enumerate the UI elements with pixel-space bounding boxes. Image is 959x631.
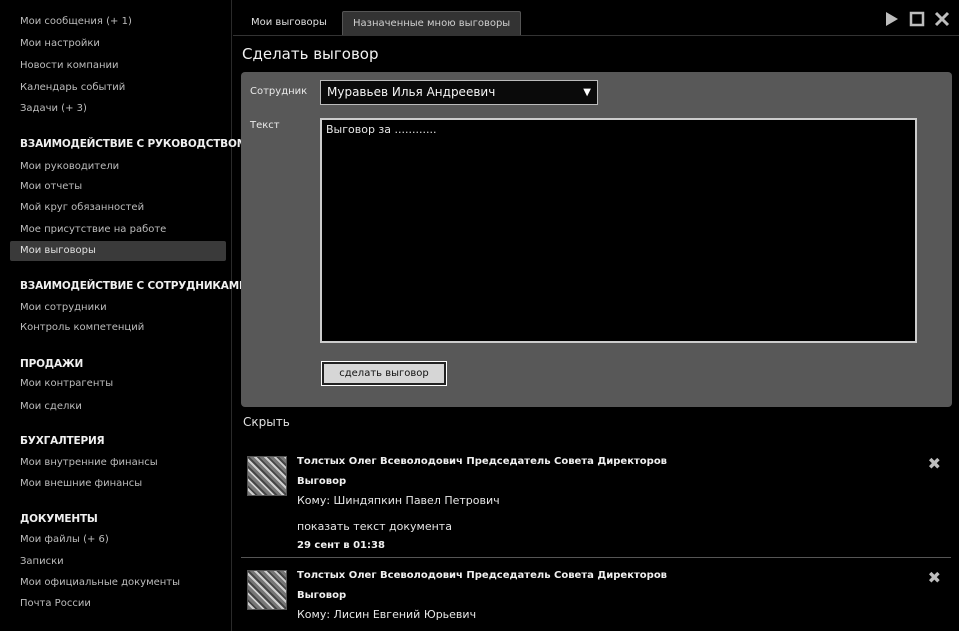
play-icon[interactable] xyxy=(883,10,901,28)
text-label: Текст xyxy=(250,120,280,131)
sidebar-section-sales: ПРОДАЖИ xyxy=(20,358,84,370)
form-title: Сделать выговор xyxy=(242,45,379,63)
sidebar-item-files[interactable]: Мои файлы (+ 6) xyxy=(10,530,226,550)
sidebar: Мои сообщения (+ 1) Мои настройки Новост… xyxy=(0,0,248,631)
sidebar-item-notes[interactable]: Записки xyxy=(10,552,226,572)
delete-icon[interactable]: ✖ xyxy=(928,568,941,587)
reprimand-text-input[interactable]: Выговор за ............ xyxy=(320,118,917,343)
entry-date: 29 сент в 01:38 xyxy=(297,540,385,551)
reprimand-form: Сотрудник Муравьев Илья Андреевич ▼ Текс… xyxy=(241,72,952,407)
sidebar-item-settings[interactable]: Мои настройки xyxy=(10,34,226,54)
sidebar-item-managers[interactable]: Мои руководители xyxy=(10,157,226,177)
maximize-icon[interactable] xyxy=(908,10,926,28)
delete-icon[interactable]: ✖ xyxy=(928,454,941,473)
tab-assigned-reprimands[interactable]: Назначенные мною выговоры xyxy=(342,11,522,35)
avatar xyxy=(247,570,287,610)
sidebar-section-accounting: БУХГАЛТЕРИЯ xyxy=(20,435,105,447)
sidebar-item-tasks[interactable]: Задачи (+ 3) xyxy=(10,99,226,119)
sidebar-item-deals[interactable]: Мои сделки xyxy=(10,397,226,417)
sidebar-item-internal-finance[interactable]: Мои внутренние финансы xyxy=(10,453,226,473)
tab-bar: Мои выговоры Назначенные мною выговоры xyxy=(233,0,959,36)
reprimand-entry: Толстых Олег Всеволодович Председатель С… xyxy=(241,568,951,630)
sidebar-item-duties[interactable]: Мой круг обязанностей xyxy=(10,198,226,218)
reprimand-entry: Толстых Олег Всеволодович Председатель С… xyxy=(241,454,951,556)
sidebar-section-employees: ВЗАИМОДЕЙСТВИЕ С СОТРУДНИКАМИ xyxy=(20,280,248,292)
sidebar-item-reprimands[interactable]: Мои выговоры xyxy=(10,241,226,261)
sidebar-item-official-docs[interactable]: Мои официальные документы xyxy=(10,573,226,593)
tab-my-reprimands[interactable]: Мои выговоры xyxy=(241,11,337,35)
close-icon[interactable] xyxy=(933,10,951,28)
hide-link[interactable]: Скрыть xyxy=(243,415,290,429)
avatar xyxy=(247,456,287,496)
sidebar-item-external-finance[interactable]: Мои внешние финансы xyxy=(10,474,226,494)
entry-type: Выговор xyxy=(297,590,347,601)
employee-label: Сотрудник xyxy=(250,86,308,97)
entry-recipient: Кому: Шиндяпкин Павел Петрович xyxy=(297,494,500,507)
entry-type: Выговор xyxy=(297,476,347,487)
sidebar-item-messages[interactable]: Мои сообщения (+ 1) xyxy=(10,12,226,32)
employee-select[interactable]: Муравьев Илья Андреевич ▼ xyxy=(320,80,598,105)
sidebar-item-reports[interactable]: Мои отчеты xyxy=(10,177,226,197)
sidebar-item-employees[interactable]: Мои сотрудники xyxy=(10,298,226,318)
entry-author[interactable]: Толстых Олег Всеволодович Председатель С… xyxy=(297,570,667,581)
sidebar-item-calendar[interactable]: Календарь событий xyxy=(10,78,226,98)
sidebar-section-documents: ДОКУМЕНТЫ xyxy=(20,513,98,525)
sidebar-section-management: ВЗАИМОДЕЙСТВИЕ С РУКОВОДСТВОМ xyxy=(20,138,247,150)
sidebar-item-russian-post[interactable]: Почта России xyxy=(10,594,226,614)
make-reprimand-button[interactable]: сделать выговор xyxy=(321,361,447,386)
entry-recipient: Кому: Лисин Евгений Юрьевич xyxy=(297,608,477,621)
employee-select-value: Муравьев Илья Андреевич xyxy=(327,85,496,99)
sidebar-item-news[interactable]: Новости компании xyxy=(10,56,226,76)
main-content: Мои выговоры Назначенные мною выговоры С… xyxy=(233,0,959,631)
sidebar-item-competence[interactable]: Контроль компетенций xyxy=(10,318,226,338)
chevron-down-icon: ▼ xyxy=(583,87,591,98)
entry-author[interactable]: Толстых Олег Всеволодович Председатель С… xyxy=(297,456,667,467)
sidebar-item-attendance[interactable]: Мое присутствие на работе xyxy=(10,220,226,240)
sidebar-item-contractors[interactable]: Мои контрагенты xyxy=(10,374,226,394)
entry-divider xyxy=(241,557,951,558)
show-document-link[interactable]: показать текст документа xyxy=(297,520,452,533)
